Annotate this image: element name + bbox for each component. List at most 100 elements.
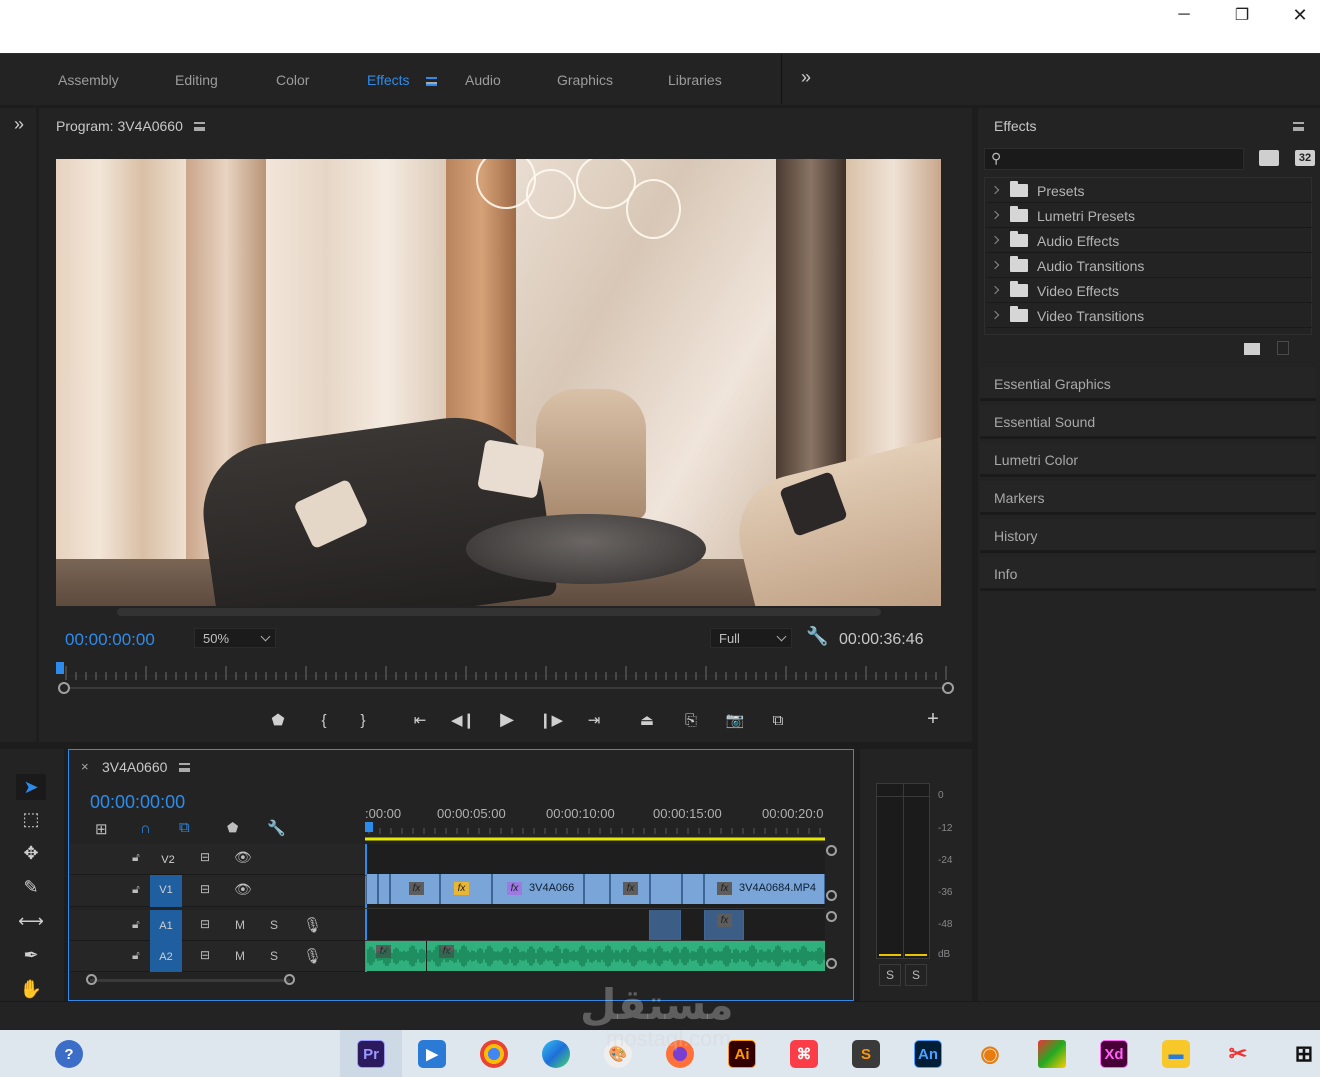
effects-folder-audio-transitions[interactable]: Audio Transitions bbox=[986, 254, 1312, 278]
help-icon[interactable]: ? bbox=[55, 1040, 83, 1068]
go-to-out-button[interactable]: ⇥ bbox=[582, 710, 606, 730]
scroll-handle[interactable] bbox=[86, 974, 97, 985]
app-icon[interactable] bbox=[1038, 1040, 1066, 1068]
hand-tool[interactable]: ✋ bbox=[16, 976, 46, 1002]
animate-icon[interactable]: An bbox=[914, 1040, 942, 1068]
sync-lock-icon[interactable]: ⊟ bbox=[200, 917, 210, 931]
panel-menu-icon[interactable] bbox=[1293, 122, 1304, 131]
video-clip[interactable] bbox=[650, 874, 682, 904]
lock-icon[interactable]: 🔓︎ bbox=[132, 948, 140, 963]
lift-button[interactable]: ⏏ bbox=[635, 710, 659, 730]
workspace-tab-libraries[interactable]: Libraries bbox=[668, 72, 722, 88]
video-clip[interactable] bbox=[378, 874, 390, 904]
workspace-menu-icon[interactable] bbox=[426, 77, 437, 86]
effects-folder-presets[interactable]: Presets bbox=[986, 179, 1312, 203]
file-explorer-icon[interactable]: ▬ bbox=[1162, 1040, 1190, 1068]
accelerated-effects-icon[interactable] bbox=[1259, 150, 1279, 166]
new-bin-icon[interactable] bbox=[1244, 343, 1260, 355]
panel-markers[interactable]: Markers bbox=[980, 481, 1316, 515]
sequence-tab[interactable]: 3V4A0660 bbox=[102, 759, 167, 775]
expand-panels-icon[interactable]: » bbox=[14, 114, 24, 135]
snap-icon[interactable]: ∩ bbox=[140, 820, 151, 837]
blender-icon[interactable]: ◉ bbox=[976, 1040, 1004, 1068]
effects-folder-lumetri-presets[interactable]: Lumetri Presets bbox=[986, 204, 1312, 228]
wrench-icon[interactable]: 🔧 bbox=[806, 626, 828, 647]
video-clip[interactable]: fx 3V4A066 bbox=[492, 874, 584, 904]
video-clip[interactable] bbox=[584, 874, 610, 904]
timeline-current-time[interactable]: 00:00:00:00 bbox=[90, 792, 185, 813]
compare-view-button[interactable]: ⧉ bbox=[766, 710, 790, 730]
audio-clip[interactable] bbox=[649, 910, 681, 940]
zoom-select[interactable]: 50% bbox=[194, 628, 276, 648]
add-marker-icon[interactable]: ⬟ bbox=[227, 820, 238, 836]
go-to-in-button[interactable]: ⇤ bbox=[408, 710, 432, 730]
extract-button[interactable]: ⎘ bbox=[679, 710, 703, 730]
chevron-right-icon[interactable] bbox=[990, 210, 1000, 220]
monitor-scrollbar[interactable] bbox=[117, 608, 881, 616]
workspace-tab-audio[interactable]: Audio bbox=[465, 72, 501, 88]
track-name[interactable]: A1 bbox=[150, 910, 182, 941]
premiere-pro-icon[interactable]: Pr bbox=[357, 1040, 385, 1068]
timeline-settings-icon[interactable]: 🔧 bbox=[267, 819, 286, 837]
linked-selection-icon[interactable]: ⧉ bbox=[179, 819, 190, 836]
panel-menu-icon[interactable] bbox=[194, 122, 205, 131]
trash-icon[interactable] bbox=[1277, 341, 1289, 355]
eye-icon[interactable]: 👁︎ bbox=[234, 849, 252, 866]
panel-info[interactable]: Info bbox=[980, 557, 1316, 591]
export-frame-button[interactable]: 📷 bbox=[723, 710, 747, 730]
windows-start-icon[interactable]: ⊞ bbox=[1290, 1040, 1318, 1068]
sync-lock-icon[interactable]: ⊟ bbox=[200, 948, 210, 962]
chevron-right-icon[interactable] bbox=[990, 185, 1000, 195]
selection-tool[interactable]: ➤ bbox=[16, 774, 46, 800]
timeline-ruler[interactable] bbox=[365, 822, 827, 844]
workspace-tab-editing[interactable]: Editing bbox=[175, 72, 218, 88]
media-player-icon[interactable]: ▶ bbox=[418, 1040, 446, 1068]
lock-icon[interactable]: 🔓︎ bbox=[132, 882, 140, 897]
video-clip[interactable]: fx bbox=[440, 874, 492, 904]
close-button[interactable]: ✕ bbox=[1271, 0, 1320, 30]
maximize-button[interactable]: ❐ bbox=[1213, 0, 1271, 30]
nest-icon[interactable]: ⊞ bbox=[95, 820, 108, 838]
track-name[interactable]: A2 bbox=[150, 941, 182, 972]
scroll-handle[interactable] bbox=[826, 845, 837, 856]
track-name[interactable]: V1 bbox=[150, 875, 182, 907]
pen-tool[interactable]: ✒ bbox=[16, 942, 46, 968]
effects-search-input[interactable]: ⚲ bbox=[984, 148, 1244, 170]
effects-folder-video-effects[interactable]: Video Effects bbox=[986, 279, 1312, 303]
sync-lock-icon[interactable]: ⊟ bbox=[200, 882, 210, 896]
lock-icon[interactable]: 🔓︎ bbox=[132, 917, 140, 932]
workspace-tab-color[interactable]: Color bbox=[276, 72, 309, 88]
quality-select[interactable]: Full bbox=[710, 628, 792, 648]
scroll-handle[interactable] bbox=[826, 890, 837, 901]
workspace-tab-effects[interactable]: Effects bbox=[367, 72, 410, 88]
scroll-handle[interactable] bbox=[826, 911, 837, 922]
solo-button[interactable]: S bbox=[270, 918, 278, 932]
video-clip[interactable]: fx 3V4A0684.MP4 bbox=[704, 874, 825, 904]
workspace-tab-graphics[interactable]: Graphics bbox=[557, 72, 613, 88]
chevron-right-icon[interactable] bbox=[990, 260, 1000, 270]
video-clip[interactable]: fx bbox=[390, 874, 440, 904]
xd-icon[interactable]: Xd bbox=[1100, 1040, 1128, 1068]
program-current-time[interactable]: 00:00:00:00 bbox=[65, 630, 155, 650]
lock-icon[interactable]: 🔓︎ bbox=[132, 850, 140, 865]
mark-out-button[interactable]: } bbox=[351, 710, 375, 730]
sublime-icon[interactable]: S bbox=[852, 1040, 880, 1068]
illustrator-icon[interactable]: Ai bbox=[728, 1040, 756, 1068]
workspace-tab-assembly[interactable]: Assembly bbox=[58, 72, 119, 88]
chrome-icon[interactable] bbox=[480, 1040, 508, 1068]
solo-button[interactable]: S bbox=[270, 949, 278, 963]
scroll-handle[interactable] bbox=[826, 958, 837, 969]
effects-folder-video-transitions[interactable]: Video Transitions bbox=[986, 304, 1312, 328]
panel-essential-sound[interactable]: Essential Sound bbox=[980, 405, 1316, 439]
panel-menu-icon[interactable] bbox=[179, 763, 190, 772]
sync-lock-icon[interactable]: ⊟ bbox=[200, 850, 210, 864]
track-name[interactable]: V2 bbox=[152, 848, 184, 872]
effects-folder-audio-effects[interactable]: Audio Effects bbox=[986, 229, 1312, 253]
mark-in-button[interactable]: { bbox=[312, 710, 336, 730]
slip-tool[interactable]: ⟷ bbox=[16, 908, 46, 934]
minimize-button[interactable]: ─ bbox=[1155, 0, 1213, 30]
ripple-edit-tool[interactable]: ✥ bbox=[16, 840, 46, 866]
monitor-time-ruler[interactable] bbox=[56, 662, 956, 698]
xampp-icon[interactable]: ⌘ bbox=[790, 1040, 818, 1068]
workspaces-overflow-icon[interactable]: » bbox=[801, 67, 811, 88]
